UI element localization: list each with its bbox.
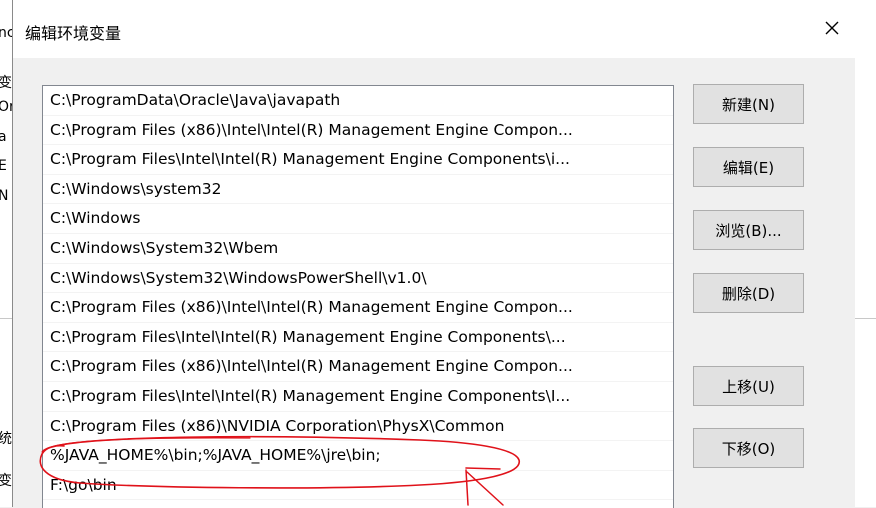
- background-window-right-edge: [855, 0, 876, 507]
- background-text-fragment: N: [0, 188, 12, 204]
- path-list-item[interactable]: C:\Program Files\Intel\Intel(R) Manageme…: [43, 382, 673, 412]
- delete-button[interactable]: 删除(D): [693, 273, 804, 313]
- move-down-button[interactable]: 下移(O): [693, 428, 804, 468]
- background-text-fragment: 统: [0, 428, 12, 448]
- path-list-item[interactable]: C:\Windows: [43, 204, 673, 234]
- path-list-item[interactable]: C:\Windows\System32\Wbem: [43, 234, 673, 264]
- dialog-titlebar: 编辑环境变量: [13, 0, 855, 58]
- path-list-item[interactable]: F:\go\bin: [43, 471, 673, 501]
- background-text-fragment: nc: [0, 25, 12, 41]
- background-divider: [855, 318, 876, 319]
- path-list-item[interactable]: C:\Program Files (x86)\Intel\Intel(R) Ma…: [43, 116, 673, 146]
- path-list-item[interactable]: C:\ProgramData\Oracle\Java\javapath: [43, 86, 673, 116]
- path-list-item[interactable]: C:\Program Files (x86)\NVIDIA Corporatio…: [43, 412, 673, 442]
- background-text-fragment: E: [0, 158, 12, 174]
- background-text-fragment: a: [0, 129, 12, 145]
- dialog-title: 编辑环境变量: [25, 24, 122, 43]
- path-list-item[interactable]: C:\Program Files\Intel\Intel(R) Manageme…: [43, 145, 673, 175]
- close-button[interactable]: [809, 8, 855, 48]
- path-list-item[interactable]: %JAVA_HOME%\bin;%JAVA_HOME%\jre\bin;: [43, 441, 673, 471]
- path-list-item[interactable]: C:\Program Files (x86)\Intel\Intel(R) Ma…: [43, 352, 673, 382]
- close-icon: [825, 21, 839, 35]
- browse-button[interactable]: 浏览(B)...: [693, 210, 804, 250]
- background-divider: [0, 318, 12, 319]
- path-list-item[interactable]: C:\Program Files (x86)\Intel\Intel(R) Ma…: [43, 293, 673, 323]
- edit-environment-variable-dialog: 编辑环境变量 C:\ProgramData\Oracle\Java\javapa…: [12, 0, 856, 508]
- path-list-item[interactable]: C:\Windows\system32: [43, 175, 673, 205]
- background-text-fragment: 变: [0, 72, 12, 92]
- background-text-fragment: Or: [0, 99, 12, 115]
- path-list[interactable]: C:\ProgramData\Oracle\Java\javapath C:\P…: [42, 85, 674, 508]
- new-button[interactable]: 新建(N): [693, 84, 804, 124]
- background-text-fragment: 变: [0, 470, 12, 490]
- edit-button[interactable]: 编辑(E): [693, 147, 804, 187]
- move-up-button[interactable]: 上移(U): [693, 366, 804, 406]
- path-list-item[interactable]: C:\Program Files\Intel\Intel(R) Manageme…: [43, 323, 673, 353]
- path-list-item[interactable]: C:\Windows\System32\WindowsPowerShell\v1…: [43, 264, 673, 294]
